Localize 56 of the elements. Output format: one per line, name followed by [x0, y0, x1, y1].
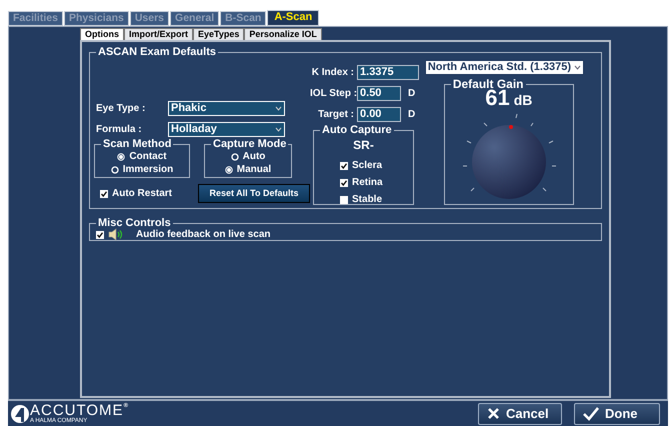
checkbox[interactable]	[340, 178, 348, 186]
mode-label: SR-	[352, 137, 375, 154]
dropdown[interactable]: North America Std. (1.3375)	[424, 60, 584, 75]
reset-button[interactable]: Reset All To Defaults	[198, 184, 310, 203]
radio-button[interactable]	[230, 152, 239, 160]
field-label: Eye Type :	[96, 102, 146, 116]
option-label: Auto	[242, 150, 266, 164]
radio-button[interactable]	[110, 166, 119, 174]
gain-unit: dB	[514, 91, 532, 110]
close-icon	[487, 407, 500, 420]
checkbox[interactable]	[340, 196, 348, 204]
group-title: Scan Method	[102, 138, 172, 150]
group-title: Auto Capture	[321, 124, 393, 136]
dropdown[interactable]: Holladay	[168, 122, 285, 137]
caret-icon	[275, 106, 282, 111]
cancel-button[interactable]: Cancel	[478, 402, 562, 424]
radio-button[interactable]	[117, 152, 126, 160]
tab[interactable]: Import/Export	[124, 28, 194, 40]
check-icon	[583, 406, 599, 420]
gain-value: 61	[485, 87, 510, 109]
field-label: Target :	[317, 108, 354, 122]
tab[interactable]: A-Scan	[267, 10, 320, 26]
field-label: Formula :	[96, 123, 143, 137]
tab[interactable]: EyeTypes	[193, 28, 244, 40]
group-title: Capture Mode	[212, 138, 288, 150]
unit-label: D	[408, 87, 416, 101]
checkbox[interactable]	[96, 230, 104, 238]
tab[interactable]: Personalize IOL	[244, 28, 322, 40]
field-label: K Index :	[310, 66, 354, 80]
option-label: Manual	[236, 163, 272, 177]
checkbox-label: Stable	[352, 193, 382, 207]
checkbox[interactable]	[100, 190, 108, 198]
input-field[interactable]: 0.50	[357, 86, 402, 101]
group-title: Default Gain	[452, 78, 525, 90]
field-label: IOL Step :	[310, 87, 354, 101]
done-button[interactable]: Done	[574, 402, 660, 424]
group-title: ASCAN Exam Defaults	[97, 46, 217, 58]
caret-icon	[574, 65, 581, 70]
logo-text: ACCUTOME	[30, 403, 124, 418]
input-field[interactable]: 0.00	[357, 107, 402, 122]
checkbox-label: Retina	[352, 176, 383, 190]
logo-icon	[11, 404, 29, 424]
checkbox-label: Auto Restart	[112, 187, 172, 201]
tab[interactable]: Options	[80, 28, 124, 40]
checkbox-label: Sclera	[352, 159, 382, 173]
unit-label: D	[408, 108, 416, 122]
radio-button[interactable]	[224, 166, 233, 174]
dropdown[interactable]: Phakic	[168, 101, 285, 116]
option-label: Immersion	[122, 163, 174, 177]
caret-icon	[275, 127, 282, 132]
checkbox-label: Audio feedback on live scan	[136, 228, 270, 242]
speaker-icon	[108, 228, 124, 241]
group-title: Misc Controls	[97, 217, 172, 229]
option-label: Contact	[129, 150, 167, 164]
input-field[interactable]: 1.3375	[357, 65, 420, 80]
checkbox[interactable]	[340, 162, 348, 170]
